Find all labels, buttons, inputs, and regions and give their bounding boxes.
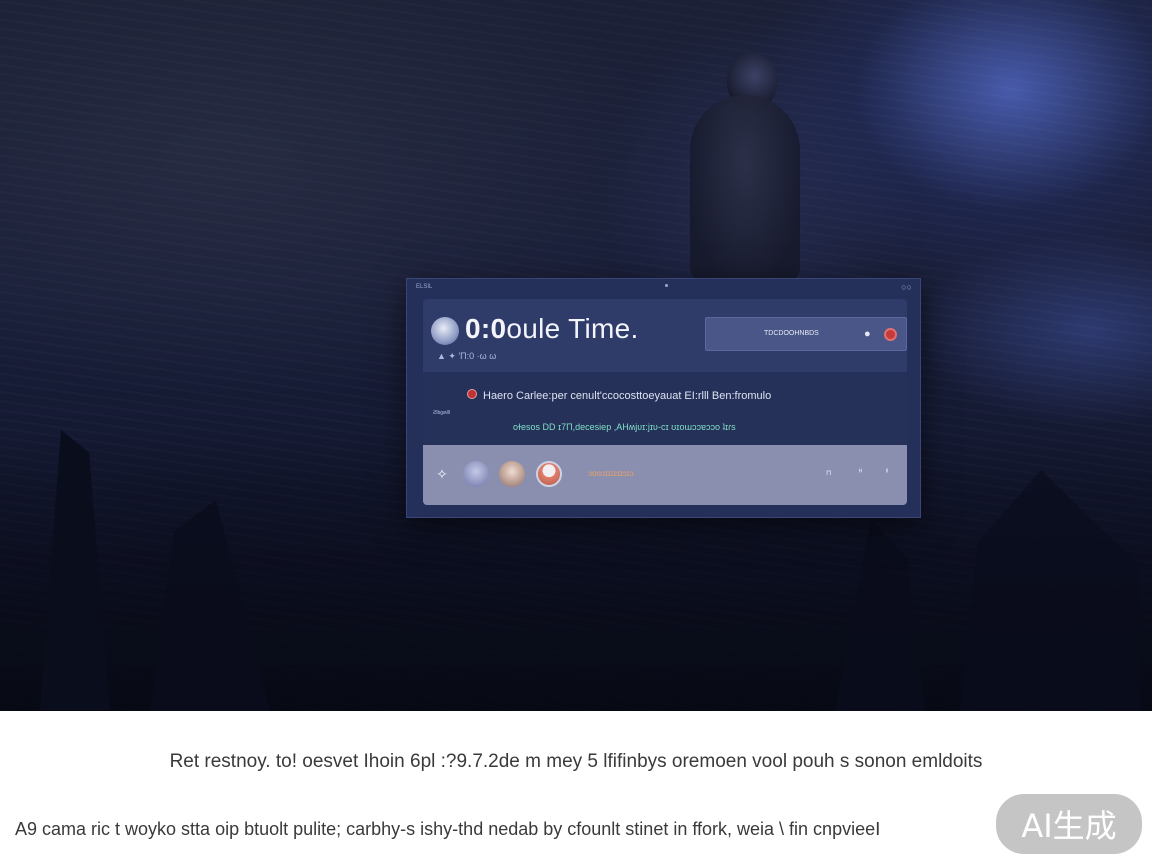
bottom-toolbar: ✧ ɔooɔɪɪɪɛɪɪɔɪɔ ⊓ ᴴ ᴵᴵ — [423, 445, 907, 505]
search-text: TDCDOOHNBDS — [764, 330, 819, 337]
caption-line-1: Ret restnoy. to! oesvet Ihoin 6pl :?9.7.… — [169, 751, 983, 772]
app-title-time: 0:0 — [465, 313, 507, 344]
avatar-icon[interactable] — [463, 461, 489, 487]
toolbar-control-3[interactable]: ᴵᴵ — [886, 469, 888, 476]
alert-text: Haero Carlee:per cenult'ccocosttoeyauat … — [483, 390, 772, 402]
window-controls[interactable]: ○○ — [901, 282, 912, 292]
app-subtitle: ▲ ✦ 'Π:0 ·ω ω — [437, 351, 497, 361]
microphone-icon[interactable]: ● — [864, 328, 871, 340]
ai-generated-badge: AI生成 — [996, 794, 1142, 854]
app-title-rest: oule Time. — [506, 313, 639, 344]
background-scene: ELSIL ○○ 0:0oule Time. ▲ ✦ 'Π:0 ·ω ω TDC… — [0, 0, 1152, 711]
caption-line-2: A9 cama ric t woyko stta oip btuolt puli… — [15, 819, 881, 839]
app-title: 0:0oule Time. — [465, 313, 639, 345]
info-subtext: oɫesos DD ɪ7Π,decesiep ,AНʍjʋɪ:jɪʋ-cɪ ʊɪ… — [513, 422, 736, 432]
app-window: ELSIL ○○ 0:0oule Time. ▲ ✦ 'Π:0 ·ω ω TDC… — [406, 278, 921, 518]
titlebar-dot-icon — [665, 284, 668, 287]
alert-icon — [467, 389, 477, 399]
app-logo-icon[interactable] — [431, 317, 459, 345]
figure-body-silhouette — [690, 95, 800, 285]
app-header: 0:0oule Time. ▲ ✦ 'Π:0 ·ω ω TDCDOOHNBDS … — [423, 299, 907, 372]
toolbar-control-2[interactable]: ᴴ — [859, 469, 862, 476]
profile-avatar-icon[interactable] — [536, 461, 562, 487]
titlebar-label: ELSIL — [416, 284, 433, 290]
record-icon[interactable] — [884, 328, 897, 341]
search-input[interactable]: TDCDOOHNBDS ● — [705, 317, 907, 351]
main-panel: 0:0oule Time. ▲ ✦ 'Π:0 ·ω ω TDCDOOHNBDS … — [423, 299, 907, 525]
info-section: Haero Carlee:per cenult'ccocosttoeyauat … — [423, 375, 907, 445]
window-titlebar[interactable]: ELSIL ○○ — [407, 279, 922, 297]
toolbar-control-1[interactable]: ⊓ — [826, 469, 831, 477]
toolbar-tag-text: ɔooɔɪɪɪɛɪɪɔɪɔ — [588, 469, 634, 478]
sparkle-icon[interactable]: ✧ — [429, 461, 455, 487]
side-label: ϩlbɡʍlll — [433, 410, 450, 416]
character-avatar-icon[interactable] — [499, 461, 525, 487]
